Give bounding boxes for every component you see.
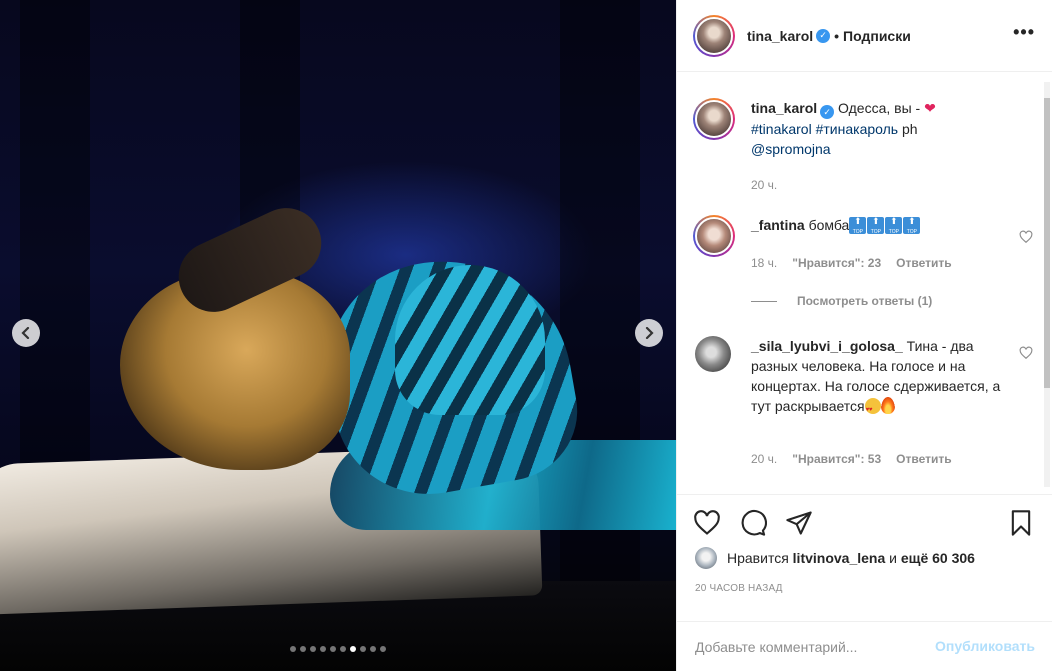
reply-button[interactable]: Ответить — [896, 256, 951, 270]
likes-count[interactable]: ещё 60 306 — [901, 550, 975, 566]
comment-likes[interactable]: "Нравится": 53 — [792, 452, 881, 466]
header-separator: • — [834, 27, 840, 44]
heart-emoji-icon: ❤ — [924, 100, 936, 116]
comment-input[interactable] — [695, 636, 915, 658]
comments-scrollbar[interactable] — [1044, 82, 1050, 487]
post-actions: Нравится litvinova_lena и ещё 60 306 20 … — [677, 494, 1052, 671]
liker-username[interactable]: litvinova_lena — [793, 550, 886, 566]
slide-dot — [370, 646, 376, 652]
chevron-left-icon — [21, 327, 30, 339]
chevron-right-icon — [645, 327, 654, 339]
likes-summary: Нравится litvinova_lena и ещё 60 306 — [695, 547, 975, 569]
publish-button[interactable]: Опубликовать — [935, 638, 1035, 654]
add-comment-section: Опубликовать — [677, 621, 1052, 671]
comment-text: _fantina бомба ⬆ TOP⬆ TOP⬆ TOP⬆ TOP — [751, 215, 1001, 235]
caption-username[interactable]: tina_karol — [751, 100, 817, 116]
like-heart-icon[interactable] — [693, 509, 721, 537]
scrollbar-thumb[interactable] — [1044, 98, 1050, 388]
top-emoji-icon: ⬆ TOP — [885, 217, 903, 235]
comment-meta: 20 ч. "Нравится": 53 Ответить — [751, 452, 952, 466]
comment-text: _sila_lyubvi_i_golosa_ Тина - два разных… — [751, 336, 1001, 420]
comment-bubble-icon[interactable] — [739, 509, 767, 537]
likes-prefix: Нравится — [727, 550, 789, 566]
caption-text: tina_karol ✓ Одесса, вы - ❤ #tinakarol #т… — [751, 98, 1001, 159]
slide-dot — [300, 646, 306, 652]
heart-eyes-emoji-icon — [864, 398, 881, 420]
slide-dot — [320, 646, 326, 652]
prev-slide-button[interactable] — [12, 319, 40, 347]
comment-time[interactable]: 18 ч. — [751, 256, 777, 270]
caption-meta: 20 ч. — [751, 178, 777, 192]
author-username[interactable]: tina_karol — [747, 28, 813, 44]
slide-dot — [340, 646, 346, 652]
post-media[interactable] — [0, 0, 676, 671]
hashtag-link[interactable]: #tinakarol — [751, 121, 812, 137]
like-comment-heart-icon[interactable] — [1019, 346, 1033, 360]
share-paper-plane-icon[interactable] — [785, 509, 813, 537]
caption-suffix: ph — [901, 121, 918, 137]
view-replies-label: Посмотреть ответы (1) — [797, 294, 933, 308]
top-emoji-icon: ⬆ TOP — [903, 217, 921, 235]
comment-username[interactable]: _fantina — [751, 217, 805, 233]
hashtag-link[interactable]: #тинакароль — [816, 121, 898, 137]
slide-dot — [380, 646, 386, 652]
slide-dot — [330, 646, 336, 652]
fire-emoji-icon — [880, 397, 895, 414]
slide-indicator — [0, 646, 676, 652]
stage-curtain — [560, 0, 640, 671]
view-replies-button[interactable]: Посмотреть ответы (1) — [751, 294, 932, 308]
more-options-icon[interactable]: ••• — [1013, 22, 1035, 43]
post-header: tina_karol ✓ • Подписки ••• — [677, 0, 1052, 72]
top-emoji-icon: ⬆ TOP — [849, 217, 867, 235]
like-comment-heart-icon[interactable] — [1019, 230, 1033, 244]
post-side-panel: tina_karol ✓ • Подписки ••• tina_karol ✓ … — [676, 0, 1052, 671]
mention-link[interactable]: @spromojna — [751, 141, 831, 157]
comment-avatar[interactable] — [695, 336, 731, 372]
photo-performer-legs — [395, 265, 545, 415]
next-slide-button[interactable] — [635, 319, 663, 347]
save-bookmark-icon[interactable] — [1007, 509, 1035, 537]
replies-divider — [751, 300, 777, 302]
author-avatar[interactable] — [693, 14, 735, 57]
slide-dot — [360, 646, 366, 652]
caption-message: Одесса, вы - — [838, 100, 921, 116]
comment-avatar[interactable] — [693, 215, 735, 257]
comment-username[interactable]: _sila_lyubvi_i_golosa_ — [751, 338, 903, 354]
likes-and: и — [889, 550, 897, 566]
slide-dot — [350, 646, 356, 652]
verified-badge-icon: ✓ — [820, 105, 835, 119]
comment-meta: 18 ч. "Нравится": 23 Ответить — [751, 256, 952, 270]
caption-time[interactable]: 20 ч. — [751, 178, 777, 192]
top-emoji-icon: ⬆ TOP — [867, 217, 885, 235]
verified-badge-icon: ✓ — [816, 28, 831, 43]
reply-button[interactable]: Ответить — [896, 452, 951, 466]
slide-dot — [310, 646, 316, 652]
comment-time[interactable]: 20 ч. — [751, 452, 777, 466]
post-timestamp[interactable]: 20 ЧАСОВ НАЗАД — [695, 583, 783, 594]
follow-status-button[interactable]: Подписки — [843, 28, 911, 44]
comments-list[interactable]: tina_karol ✓ Одесса, вы - ❤ #tinakarol #т… — [677, 73, 1052, 493]
slide-dot — [290, 646, 296, 652]
liker-avatar[interactable] — [695, 547, 717, 569]
comment-message: бомба — [808, 217, 850, 233]
caption-avatar[interactable] — [693, 98, 735, 140]
comment-likes[interactable]: "Нравится": 23 — [792, 256, 881, 270]
